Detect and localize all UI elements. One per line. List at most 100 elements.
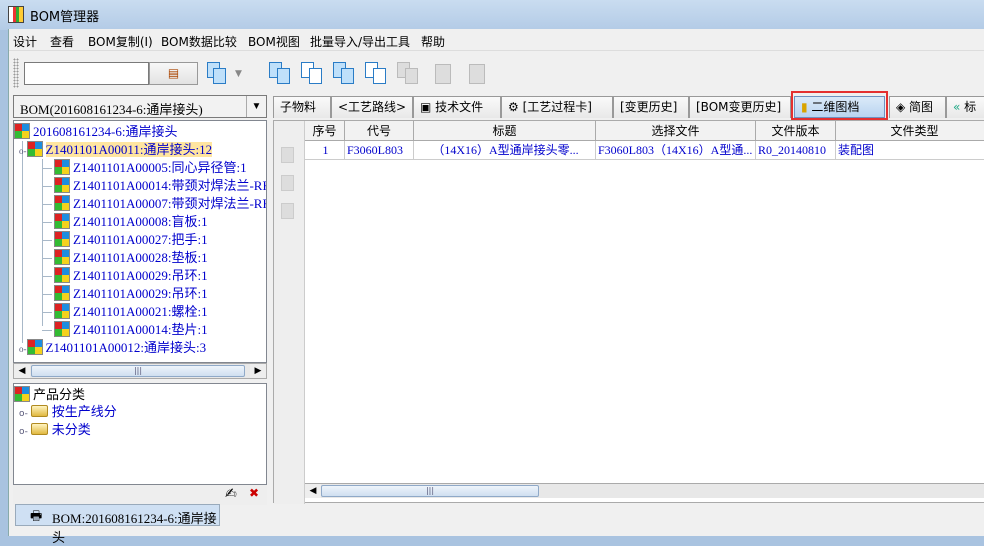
tab-process-route[interactable]: <工艺路线> [331,96,413,118]
sketch-icon: ◈ [896,100,910,114]
paste-child-button[interactable] [365,62,389,86]
bom-node-icon [54,267,70,283]
menu-bar: 设计 查看 BOM复制(I) BOM数据比较 BOM视图 批量导入/导出工具 帮… [9,29,984,51]
tree-node[interactable]: Z1401101A00014:带颈对焊法兰-RF:1 [54,177,266,195]
folder-icon [30,423,48,435]
bom-selector[interactable]: BOM(201608161234-6:通岸接头) ▼ [13,95,267,118]
scroll-thumb[interactable]: ||| [321,485,539,497]
printer-icon: 🖶 [30,508,43,523]
column-header[interactable]: 标题 [414,121,596,141]
tab-child-materials[interactable]: 子物料 [273,96,331,118]
client-area: 设计 查看 BOM复制(I) BOM数据比较 BOM视图 批量导入/导出工具 帮… [8,29,984,545]
bom-node-icon [14,123,30,139]
tree-node[interactable]: o- Z1401101A00012:通岸接头:3 [19,339,206,357]
grid-cell[interactable]: F3060L803（14X16）A型通... [596,141,756,160]
export-disabled-icon [465,62,489,86]
tree-root[interactable]: 201608161234-6:通岸接头 [14,123,177,141]
menu-view[interactable]: 查看 [50,33,74,50]
tree-node[interactable]: Z1401101A00028:垫板:1 [54,249,208,267]
search-input[interactable] [24,62,149,85]
document-icon: ▣ [420,100,436,114]
tree-node[interactable]: Z1401101A00029:吊环:1 [54,285,208,303]
bom-node-icon [26,339,43,355]
bom-node-icon [54,159,70,175]
left-footer: ✍ ✖ [13,485,267,505]
filter-icon: ▤ [167,66,180,80]
bom-node-icon [54,231,70,247]
toolbar-grip[interactable] [13,58,19,88]
edit-file-icon[interactable] [281,203,294,219]
grid-horizontal-scrollbar[interactable]: ◀ ||| [305,483,984,498]
copy-button[interactable] [269,62,293,86]
column-header[interactable]: 选择文件 [596,121,756,141]
bom-node-icon [54,285,70,301]
row-header-column [274,121,305,504]
bom-node-icon [54,213,70,229]
highlight-box [791,91,888,120]
tree-node[interactable]: Z1401101A00014:垫片:1 [54,321,208,339]
tree-node[interactable]: Z1401101A00005:同心异径管:1 [54,159,247,177]
category-item[interactable]: o- 按生产线分 [19,404,117,423]
chevron-down-icon[interactable]: ▼ [246,96,266,117]
bom-node-icon [54,321,70,337]
arrow-icon: « [953,100,965,114]
category-icon [14,386,30,402]
title-bar: BOM管理器 [0,0,984,30]
tree-node[interactable]: Z1401101A00027:把手:1 [54,231,208,249]
menu-design[interactable]: 设计 [13,33,37,50]
tab-change-history[interactable]: [变更历史] [613,96,689,118]
tab-process-card[interactable]: ⚙ [工艺过程卡] [501,96,613,118]
tree-node[interactable]: o- Z1401101A00011:通岸接头:12 [19,141,213,159]
bom-selector-value: BOM(201608161234-6:通岸接头) [20,102,203,117]
column-header[interactable]: 代号 [345,121,414,141]
grid-cell[interactable]: 装配图 [836,141,984,160]
scroll-right-icon[interactable]: ▶ [250,364,266,378]
left-panel: BOM(201608161234-6:通岸接头) ▼ 201608161234-6… [11,95,268,508]
filter-button[interactable]: ▤ [149,62,198,85]
category-root[interactable]: 产品分类 [14,386,85,404]
tree-horizontal-scrollbar[interactable]: ◀ ||| ▶ [13,363,267,379]
tree-node[interactable]: Z1401101A00021:螺栓:1 [54,303,208,321]
view-switch-button[interactable] [205,62,229,86]
tab-more[interactable]: « 标 [946,96,984,118]
menu-batch-import-export[interactable]: 批量导入/导出工具 [310,33,410,50]
bom-node-icon [26,141,43,157]
column-header[interactable]: 文件类型 [836,121,984,141]
bom-node-icon [54,195,70,211]
scroll-left-icon[interactable]: ◀ [305,484,321,498]
tab-technical-docs[interactable]: ▣ 技术文件 [413,96,501,118]
tab-sketch[interactable]: ◈ 简图 [889,96,946,118]
drawings-grid: 序号 代号 标题 选择文件 文件版本 文件类型 1 F3060L803 （14X16）A型通岸接… [273,120,984,504]
category-item[interactable]: o- 未分类 [19,422,91,441]
column-header[interactable]: 序号 [305,121,345,141]
menu-help[interactable]: 帮助 [421,33,445,50]
grid-cell[interactable]: R0_20140810 [756,141,836,160]
menu-bom-compare[interactable]: BOM数据比较 [161,33,237,50]
tree-node[interactable]: Z1401101A00007:带颈对焊法兰-RF:1 [54,195,266,213]
edit-hand-icon[interactable]: ✍ [225,486,237,502]
import-file-icon[interactable] [281,175,294,191]
document-tab[interactable]: 🖶 BOM:201608161234-6:通岸接头 [15,504,220,545]
close-icon[interactable]: ✖ [249,486,259,500]
scroll-left-icon[interactable]: ◀ [14,364,30,378]
category-tree: 产品分类 o- 按生产线分 o- 未分类 [13,383,267,485]
toolbar: ▤ ▼ [9,54,984,92]
grid-cell[interactable]: F3060L803 [345,141,414,160]
new-file-icon[interactable] [281,147,294,163]
column-header[interactable]: 文件版本 [756,121,836,141]
menu-bom-view[interactable]: BOM视图 [248,33,300,50]
bom-tree: 201608161234-6:通岸接头 o- Z1401101A00011:通岸接… [13,120,267,363]
menu-bom-copy[interactable]: BOM复制(I) [88,33,153,50]
window-title: BOM管理器 [30,10,100,25]
paste-button[interactable] [333,62,357,86]
grid-cell[interactable]: （14X16）A型通岸接头零... [414,141,596,160]
right-panel: 子物料 <工艺路线> ▣ 技术文件 ⚙ [工艺过程卡] [变更历史] [BOM变… [271,91,984,505]
tab-bom-change-history[interactable]: [BOM变更历史] [689,96,791,118]
scroll-thumb[interactable]: ||| [31,365,245,377]
tree-node[interactable]: Z1401101A00029:吊环:1 [54,267,208,285]
grid-cell[interactable]: 1 [305,141,345,160]
copy-child-button[interactable] [301,62,325,86]
bom-node-icon [54,249,70,265]
tree-node[interactable]: Z1401101A00008:盲板:1 [54,213,208,231]
dropdown-icon[interactable]: ▼ [235,62,259,86]
